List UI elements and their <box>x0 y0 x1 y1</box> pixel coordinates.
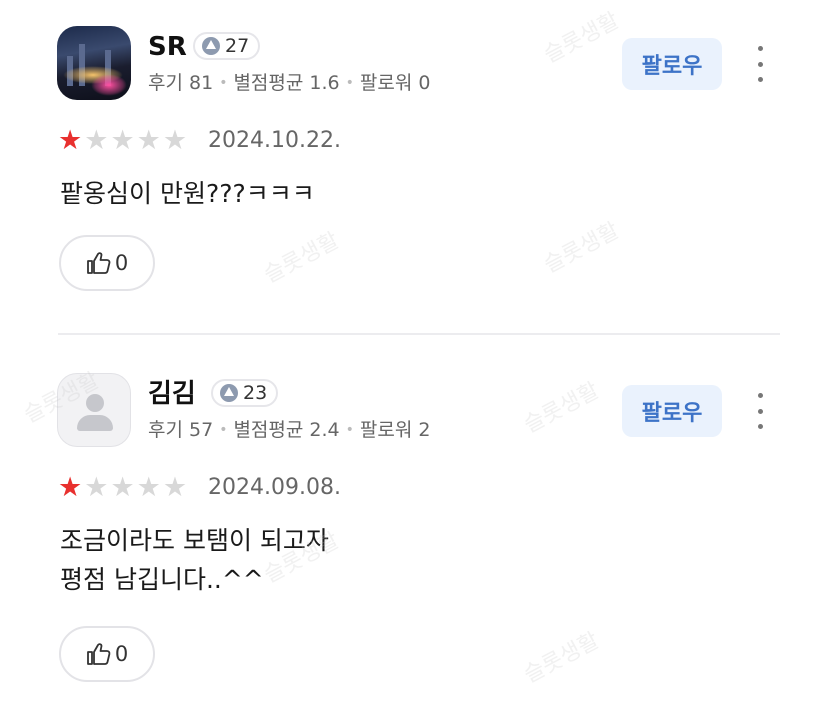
separator-dot-icon: • <box>219 75 228 91</box>
divider <box>58 333 780 335</box>
rating-average: 별점평균 1.6 <box>233 72 340 94</box>
review-text: 팥옹심이 만원???ㅋㅋㅋ <box>60 179 315 208</box>
review-count: 후기 57 <box>148 419 214 441</box>
reviewer-name[interactable]: 김김 <box>148 377 196 411</box>
level-value: 27 <box>225 35 250 57</box>
level-badge: 23 <box>211 379 279 407</box>
review-count: 후기 81 <box>148 72 214 94</box>
more-options-icon[interactable] <box>750 46 770 82</box>
review-date: 2024.10.22. <box>208 128 341 153</box>
rating-average: 별점평균 2.4 <box>233 419 340 441</box>
star-icon: ★ <box>136 472 161 503</box>
reviewer-stats: 후기 57 • 별점평균 2.4 • 팔로워 2 <box>148 417 430 443</box>
reviewer-stats: 후기 81 • 별점평균 1.6 • 팔로워 0 <box>148 70 430 96</box>
review-text: 조금이라도 보탬이 되고자 평점 남깁니다..^^ <box>60 526 329 594</box>
thumbs-up-icon <box>86 643 111 665</box>
level-icon <box>220 384 238 402</box>
star-icon: ★ <box>84 472 109 503</box>
reviewer-name[interactable]: SR <box>148 30 187 64</box>
level-value: 23 <box>243 382 268 404</box>
star-icon: ★ <box>110 125 135 156</box>
star-icon: ★ <box>162 472 188 503</box>
review-item: 김김 23 후기 57 • 별점평균 2.4 • 팔로워 2 팔로우 ★ ★ ★… <box>0 347 835 701</box>
follower-count: 팔로워 0 <box>359 72 431 94</box>
avatar[interactable] <box>57 26 131 100</box>
like-count: 0 <box>114 642 129 666</box>
separator-dot-icon: • <box>345 75 354 91</box>
separator-dot-icon: • <box>219 422 228 438</box>
star-icon: ★ <box>162 125 188 156</box>
star-icon: ★ <box>84 125 109 156</box>
level-badge: 27 <box>193 32 261 60</box>
follow-button[interactable]: 팔로우 <box>622 385 722 437</box>
thumbs-up-icon <box>86 252 111 274</box>
like-button[interactable]: 0 <box>59 626 155 682</box>
like-count: 0 <box>114 251 129 275</box>
level-icon <box>202 37 220 55</box>
follow-button[interactable]: 팔로우 <box>622 38 722 90</box>
avatar[interactable] <box>57 373 131 447</box>
star-icon: ★ <box>110 472 135 503</box>
review-date: 2024.09.08. <box>208 475 341 500</box>
default-profile-icon <box>86 394 104 412</box>
more-options-icon[interactable] <box>750 393 770 429</box>
separator-dot-icon: • <box>345 422 354 438</box>
star-icon: ★ <box>136 125 161 156</box>
star-icon: ★ <box>58 125 83 156</box>
like-button[interactable]: 0 <box>59 235 155 291</box>
star-rating: ★ ★ ★ ★ ★ <box>58 473 189 503</box>
star-rating: ★ ★ ★ ★ ★ <box>58 126 189 156</box>
star-icon: ★ <box>58 472 83 503</box>
review-item: SR 27 후기 81 • 별점평균 1.6 • 팔로워 0 팔로우 ★ ★ ★… <box>0 0 835 333</box>
follower-count: 팔로워 2 <box>359 419 431 441</box>
